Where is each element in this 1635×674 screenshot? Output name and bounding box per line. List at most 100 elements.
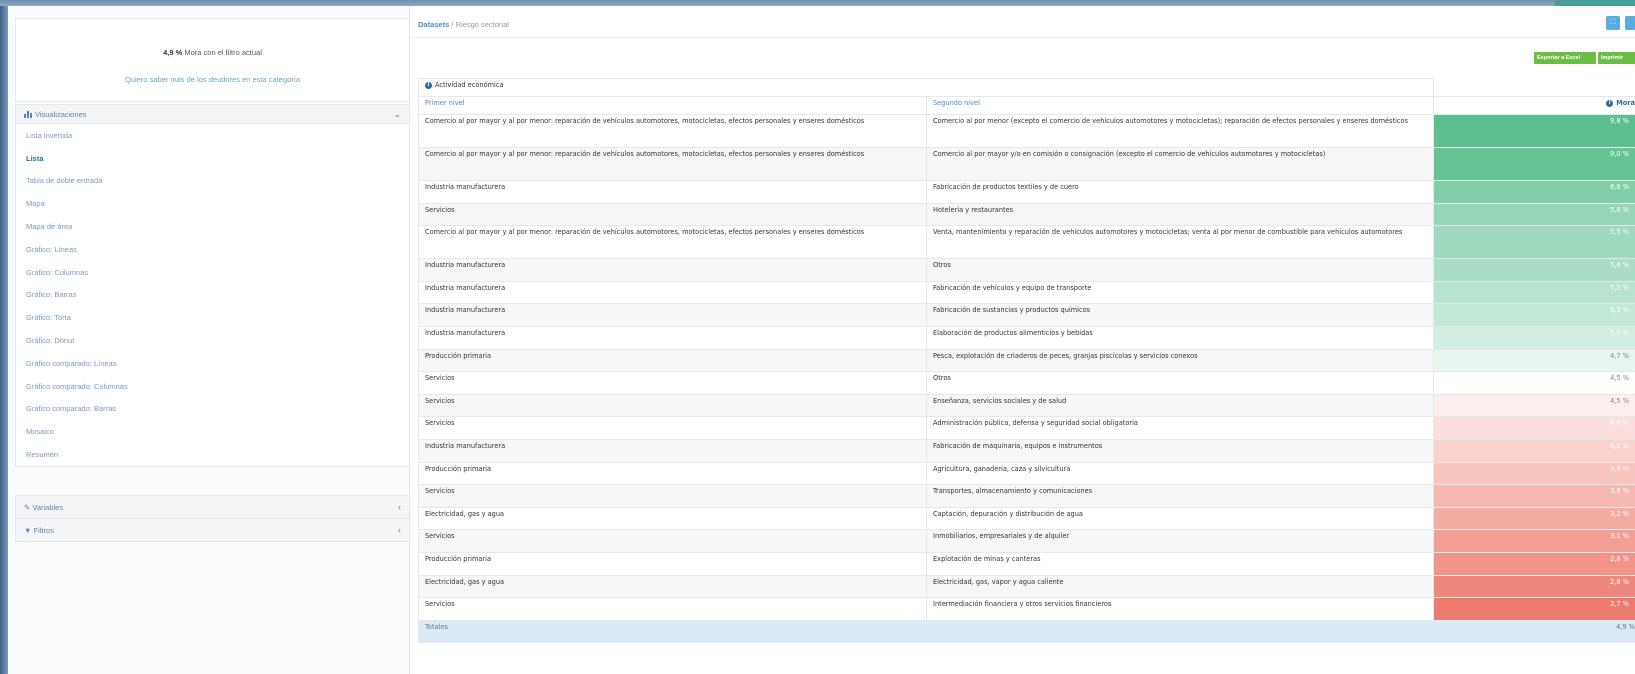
window-left-border: [0, 6, 8, 674]
table-row: Electricidad, gas y agua Captación, depur…: [418, 506, 1635, 531]
visualizations-title: Visualizaciones: [24, 110, 87, 119]
cell-primer-nivel: Servicios: [418, 393, 927, 418]
cell-mora: 9,8 %: [1433, 114, 1635, 148]
column-header-primer-nivel[interactable]: Primer nivel: [418, 96, 927, 115]
cell-segundo-nivel: Administración pública, defensa y seguri…: [926, 416, 1434, 440]
cell-mora: 5,2 %: [1433, 325, 1635, 350]
visualization-item[interactable]: Lista: [16, 147, 409, 170]
visualization-item[interactable]: Gráfico: Torta: [16, 306, 409, 329]
visualization-item[interactable]: Tabla de doble entrada: [16, 170, 409, 193]
table-row: Servicios Inmobiliarios, empresariales y …: [418, 529, 1635, 553]
filters-panel-header[interactable]: ▼ Filtros ‹: [16, 519, 409, 541]
cell-segundo-nivel: Captación, depuración y distribución de …: [926, 506, 1434, 531]
table-row: Servicios Intermediación financiera y otr…: [418, 597, 1635, 621]
cell-segundo-nivel: Intermediación financiera y otros servic…: [926, 597, 1434, 621]
chevron-down-icon[interactable]: ⌄: [393, 109, 401, 120]
cell-mora: 4,5 %: [1433, 371, 1635, 395]
variables-panel-header[interactable]: ✎ Variables ‹: [16, 496, 409, 518]
cell-segundo-nivel: Elaboración de productos alimenticios y …: [926, 325, 1434, 350]
visualization-item[interactable]: Mapa de área: [16, 215, 409, 238]
table-row: Servicios Otros 4,5 %: [418, 371, 1635, 395]
visualization-item[interactable]: Gráfico comparado: Barras: [16, 398, 409, 421]
cell-segundo-nivel: Fabricación de vehículos y equipo de tra…: [926, 280, 1434, 305]
cell-mora: 9,0 %: [1433, 147, 1635, 181]
filters-panel: ▼ Filtros ‹: [15, 518, 410, 542]
visualization-item[interactable]: Gráfico comparado: Líneas: [16, 352, 409, 375]
totals-label: Totales: [418, 619, 1434, 643]
visualization-item[interactable]: Mapa: [16, 192, 409, 215]
cell-mora: 5,3 %: [1433, 303, 1635, 327]
breadcrumb-current: Riesgo sectorial: [455, 20, 509, 29]
group-header-label: Actividad económica: [435, 81, 504, 89]
chevron-left-icon[interactable]: ‹: [398, 525, 401, 535]
cell-primer-nivel: Industria manufacturera: [418, 325, 927, 350]
cell-segundo-nivel: Otros: [926, 258, 1434, 282]
main-content: Datasets / Riesgo sectorial ⛶ Exportar a…: [410, 6, 1635, 674]
cell-mora: 2,8 %: [1433, 574, 1635, 599]
cell-primer-nivel: Electricidad, gas y agua: [418, 506, 927, 531]
cell-mora: 5,3 %: [1433, 280, 1635, 305]
variables-label: Variables: [32, 502, 64, 512]
visualization-item[interactable]: Gráfico: Columnas: [16, 261, 409, 284]
filter-icon: ▼: [24, 525, 32, 535]
table-row: Servicios Enseñanza, servicios sociales y…: [418, 393, 1635, 418]
sidebar: 4,9 % Mora con el filtro actual Quiero s…: [8, 6, 410, 674]
info-icon[interactable]: i: [425, 81, 432, 89]
table-row: Servicios Transportes, almacenamiento y c…: [418, 484, 1635, 508]
cell-segundo-nivel: Hotelería y restaurantes: [926, 202, 1434, 227]
cell-primer-nivel: Industria manufacturera: [418, 303, 927, 327]
table-row: Industria manufacturera Fabricación de ve…: [418, 280, 1635, 305]
visualization-item[interactable]: Lista invertida: [16, 124, 409, 147]
expand-icon[interactable]: ⛶: [1606, 16, 1620, 30]
cell-primer-nivel: Industria manufacturera: [418, 438, 927, 463]
visualization-item[interactable]: Mosaico: [16, 420, 409, 443]
column-header-mora-label: Mora: [1616, 99, 1635, 107]
column-header-segundo-nivel[interactable]: Segundo nivel: [926, 96, 1434, 115]
cell-segundo-nivel: Comercio al por menor (excepto el comerc…: [926, 114, 1434, 148]
cell-mora: 3,1 %: [1433, 529, 1635, 553]
cell-primer-nivel: Servicios: [418, 529, 927, 553]
table-row: Comercio al por mayor y al por menor: re…: [418, 147, 1635, 181]
filters-label: Filtros: [33, 525, 54, 535]
cell-mora: 2,7 %: [1433, 597, 1635, 621]
debtors-info-link[interactable]: Quiero saber más de los deudores en esta…: [16, 75, 409, 84]
print-button[interactable]: Imprimir: [1598, 52, 1635, 64]
cell-segundo-nivel: Electricidad, gas, vapor y agua caliente: [926, 574, 1434, 599]
table-row: Producción primaria Explotación de minas …: [418, 551, 1635, 576]
cell-primer-nivel: Producción primaria: [418, 348, 927, 373]
export-excel-button[interactable]: Exportar a Excel: [1534, 52, 1596, 64]
breadcrumb: Datasets / Riesgo sectorial: [410, 12, 1635, 38]
visualizations-label: Visualizaciones: [35, 109, 87, 119]
table-group-header-row: i Actividad económica: [418, 78, 1635, 97]
variables-title: ✎ Variables: [24, 503, 63, 512]
cell-primer-nivel: Comercio al por mayor y al por menor: re…: [418, 114, 927, 148]
cell-primer-nivel: Servicios: [418, 371, 927, 395]
cell-segundo-nivel: Agricultura, ganadería, caza y silvicult…: [926, 461, 1434, 486]
visualization-item[interactable]: Gráfico: Barras: [16, 284, 409, 307]
cell-primer-nivel: Comercio al por mayor y al por menor: re…: [418, 147, 927, 181]
current-filter-summary: 4,9 % Mora con el filtro actual: [16, 48, 409, 57]
group-header-cell: i Actividad económica: [418, 78, 1434, 97]
visualization-item[interactable]: Gráfico: Líneas: [16, 238, 409, 261]
visualization-item[interactable]: Gráfico: Donut: [16, 329, 409, 352]
cell-primer-nivel: Producción primaria: [418, 551, 927, 576]
visualizations-panel-header[interactable]: Visualizaciones ⌄: [16, 105, 409, 124]
visualizations-panel: Visualizaciones ⌄ Lista invertida Lista Ta…: [15, 104, 410, 467]
bar-chart-icon: [24, 110, 32, 118]
cell-segundo-nivel: Venta, mantenimiento y reparación de veh…: [926, 225, 1434, 260]
table-row: Industria manufacturera Fabricación de su…: [418, 303, 1635, 327]
table-row: Industria manufacturera Fabricación de ma…: [418, 438, 1635, 463]
cell-segundo-nivel: Fabricación de productos textiles y de c…: [926, 180, 1434, 204]
column-header-mora[interactable]: i Mora: [1433, 96, 1635, 115]
cell-segundo-nivel: Pesca, explotación de criaderos de peces…: [926, 348, 1434, 373]
info-icon[interactable]: i: [1606, 99, 1614, 107]
visualization-item[interactable]: Resumen: [16, 443, 409, 466]
breadcrumb-datasets-link[interactable]: Datasets: [418, 20, 449, 29]
more-button[interactable]: [1625, 16, 1635, 30]
current-filter-value: 4,9 %: [163, 48, 183, 57]
visualization-item[interactable]: Gráfico comparado: Columnas: [16, 375, 409, 398]
table-row: Electricidad, gas y agua Electricidad, ga…: [418, 574, 1635, 599]
visualizations-list: Lista invertida Lista Tabla de doble entra…: [16, 124, 409, 466]
chevron-left-icon[interactable]: ‹: [398, 502, 401, 512]
cell-segundo-nivel: Fabricación de sustancias y productos qu…: [926, 303, 1434, 327]
